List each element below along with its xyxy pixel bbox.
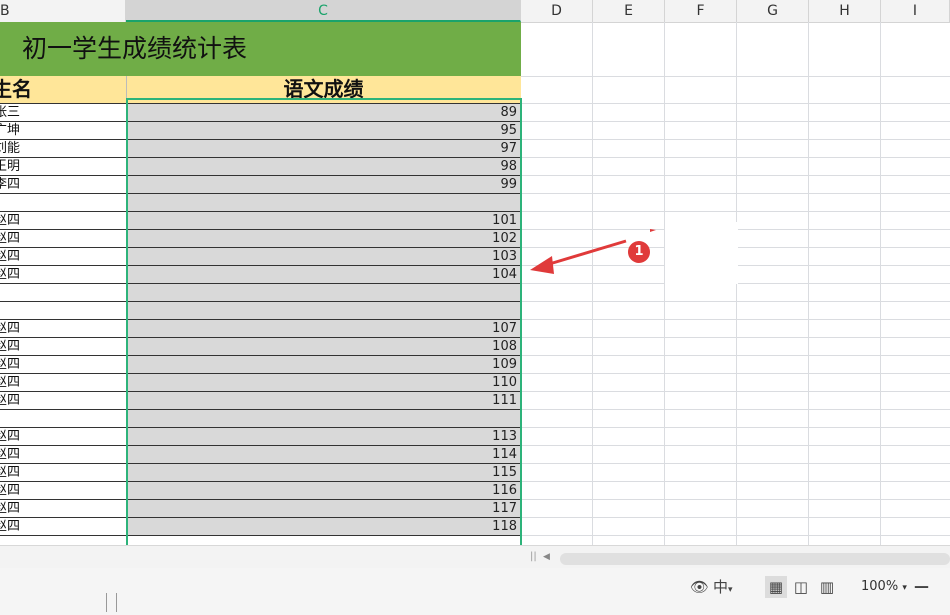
- eye-icon[interactable]: 👁: [690, 577, 709, 597]
- column-header-d[interactable]: D: [521, 0, 593, 22]
- column-header-label: D: [551, 3, 562, 19]
- column-header-label: H: [839, 3, 850, 19]
- column-header-bar: B C D E F G H I: [0, 0, 950, 23]
- horizontal-scrollbar[interactable]: [560, 553, 950, 565]
- scroll-left-icon[interactable]: ◀: [543, 552, 550, 562]
- zoom-out-icon[interactable]: —: [914, 576, 929, 596]
- column-header-label: G: [767, 3, 778, 19]
- normal-view-button[interactable]: ▦: [765, 576, 787, 598]
- ime-indicator[interactable]: 中▾: [713, 577, 733, 597]
- split-handle-icon[interactable]: ||: [530, 551, 537, 562]
- column-header-label: I: [912, 3, 918, 19]
- column-header-label: B: [0, 3, 10, 19]
- column-header-label: C: [318, 3, 328, 19]
- chevron-down-icon: ▾: [902, 583, 907, 593]
- page-layout-view-button[interactable]: ◫: [790, 576, 812, 598]
- spreadsheet-grid[interactable]: 初一学生成绩统计表 生名 语文成绩 张三89广坤95刘能97王明98李四99赵四…: [0, 22, 950, 560]
- ime-label: 中: [713, 578, 729, 596]
- column-header-i[interactable]: I: [881, 0, 950, 22]
- column-header-b[interactable]: B: [0, 0, 126, 22]
- column-header-h[interactable]: H: [809, 0, 881, 22]
- zoom-level[interactable]: 100% ▾: [861, 577, 907, 597]
- status-bar: 👁 中▾ ▦ ◫ ▥ 100% ▾ —: [0, 568, 950, 615]
- column-header-label: F: [696, 3, 705, 19]
- chevron-down-icon: ▾: [728, 585, 733, 595]
- sheet-tab-edge: [106, 593, 117, 612]
- column-header-g[interactable]: G: [737, 0, 809, 22]
- column-header-f[interactable]: F: [665, 0, 737, 22]
- page-break-view-button[interactable]: ▥: [816, 576, 838, 598]
- annotation-arrow-icon: [530, 229, 656, 274]
- bottom-bar: || ◀ 👁 中▾ ▦ ◫ ▥ 100% ▾ —: [0, 545, 950, 615]
- column-header-e[interactable]: E: [593, 0, 665, 22]
- zoom-label: 100%: [861, 579, 899, 594]
- column-header-c[interactable]: C: [126, 0, 521, 22]
- column-header-label: E: [624, 3, 633, 19]
